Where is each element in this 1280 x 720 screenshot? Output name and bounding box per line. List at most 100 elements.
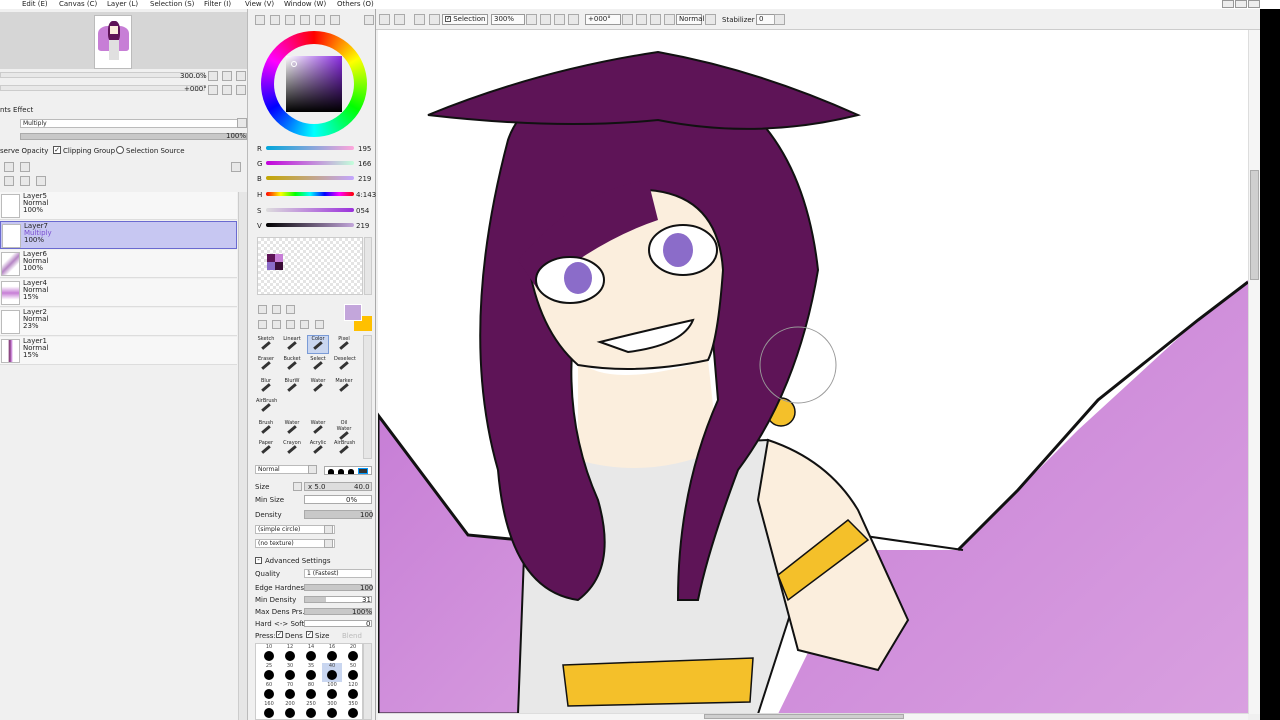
brush-tool-slot[interactable]: Marker [333, 377, 355, 396]
brush-tool-slot[interactable]: AirBrush [255, 397, 277, 416]
minimize-icon[interactable] [1222, 0, 1234, 8]
zoom-actual-icon[interactable] [568, 14, 579, 25]
brush-tool-slot[interactable]: AirBrush [333, 439, 355, 458]
swatch-chip[interactable] [267, 254, 275, 262]
blend-dropdown-icon[interactable] [237, 118, 247, 128]
brush-size-cell[interactable]: 16 [322, 644, 342, 663]
brush-size-cell[interactable]: 100 [322, 682, 342, 701]
scratchpad-scrollbar[interactable] [364, 237, 372, 295]
horizontal-scroll-thumb[interactable] [704, 714, 904, 719]
size-multiplier-icon[interactable] [293, 482, 302, 491]
brush-size-scrollbar[interactable] [363, 643, 372, 720]
mode-dropdown-icon[interactable] [705, 14, 716, 25]
brush-tool-slot[interactable]: Select [307, 355, 329, 374]
canvas-vertical-scrollbar[interactable] [1248, 30, 1260, 714]
zoom-reset-icon[interactable] [236, 71, 246, 81]
brush-size-cell[interactable]: 35 [301, 663, 321, 682]
selection-toggle[interactable]: ✓ Selection [442, 14, 488, 25]
swatch-tab-icon[interactable] [300, 15, 310, 25]
menu-edit[interactable]: Edit (E) [22, 0, 48, 8]
brush-size-cell[interactable]: 350 [343, 701, 363, 720]
brush-size-cell[interactable]: 80 [301, 682, 321, 701]
rotate-left-icon[interactable] [208, 85, 218, 95]
menu-view[interactable]: View (V) [245, 0, 274, 8]
drawing-canvas[interactable] [378, 30, 1248, 714]
clipping-group-checkbox[interactable]: ✓ [53, 146, 61, 154]
brush-tool-slot[interactable]: Blur [255, 377, 277, 396]
swatch-chip[interactable] [267, 262, 275, 270]
zoom-fit-icon[interactable] [554, 14, 565, 25]
panel-close-icon[interactable] [364, 15, 374, 25]
texture-dropdown-icon[interactable] [324, 539, 333, 548]
brush-grid-scrollbar[interactable] [363, 335, 372, 459]
brush-tool-slot[interactable]: Deselect [333, 355, 356, 374]
preserve-opacity-label[interactable]: serve Opacity [0, 147, 48, 155]
rotate-tool-icon[interactable] [286, 320, 295, 329]
menu-others[interactable]: Others (O) [337, 0, 374, 8]
brush-size-cell[interactable]: 20 [343, 644, 363, 663]
selection-source-radio[interactable] [116, 146, 124, 154]
brush-size-cell[interactable]: 30 [280, 663, 300, 682]
zoom-in-icon[interactable] [540, 14, 551, 25]
vertical-scroll-thumb[interactable] [1250, 170, 1259, 280]
eyedropper-tool-icon[interactable] [315, 320, 324, 329]
brush-tool-slot[interactable]: Lineart [281, 335, 303, 354]
press-density-checkbox[interactable]: ✓ [276, 631, 283, 638]
redo-icon[interactable] [394, 14, 405, 25]
min-size-slider[interactable] [304, 495, 372, 504]
layer-list-scrollbar[interactable] [238, 192, 247, 720]
angle-select[interactable]: +000° [585, 14, 621, 25]
restore-icon[interactable] [1235, 0, 1247, 8]
brush-tool-slot[interactable]: Eraser [255, 355, 277, 374]
hsv-slider-tab-icon[interactable] [285, 15, 295, 25]
artwork[interactable] [378, 30, 1248, 714]
rotate-right-icon[interactable] [222, 85, 232, 95]
brush-size-cell[interactable]: 70 [280, 682, 300, 701]
layer-panel-menu-icon[interactable] [231, 162, 241, 172]
brush-size-cell[interactable]: 25 [259, 663, 279, 682]
merge-down-icon[interactable] [20, 176, 30, 186]
shape-dropdown-icon[interactable] [324, 525, 333, 534]
close-icon[interactable] [1248, 0, 1260, 8]
saturation-slider[interactable] [266, 208, 354, 212]
brush-tool-slot[interactable]: Bucket [281, 355, 303, 374]
new-folder-icon[interactable] [20, 162, 30, 172]
brush-size-cell[interactable]: 160 [259, 701, 279, 720]
brush-size-cell[interactable]: 50 [343, 663, 363, 682]
brush-tool-slot[interactable]: BlurW [281, 377, 303, 396]
zoom-out-icon[interactable] [526, 14, 537, 25]
blend-mode-select[interactable]: Multiply [20, 119, 238, 128]
advanced-settings-label[interactable]: Advanced Settings [265, 557, 331, 565]
advanced-collapse-icon[interactable]: - [255, 557, 262, 564]
rotate-right-icon[interactable] [636, 14, 647, 25]
value-slider[interactable] [266, 223, 354, 227]
current-color-swatch[interactable] [344, 304, 362, 321]
brush-tool-slot[interactable]: Water [307, 419, 329, 438]
canvas-horizontal-scrollbar[interactable] [378, 713, 1248, 720]
color-scratchpad[interactable] [257, 237, 363, 295]
rotate-slider[interactable] [0, 85, 205, 91]
brush-texture-select[interactable]: (no texture) [255, 539, 335, 548]
brush-size-cell[interactable]: 250 [301, 701, 321, 720]
press-size-checkbox[interactable]: ✓ [306, 631, 313, 638]
layer-item[interactable]: Layer6 Normal 100% [0, 250, 237, 278]
deselect-icon[interactable] [414, 14, 425, 25]
brush-shape-select[interactable]: (simple circle) [255, 525, 335, 534]
move-tool-icon[interactable] [258, 320, 267, 329]
stabilizer-dropdown-icon[interactable] [774, 14, 785, 25]
swatch-chip[interactable] [275, 254, 283, 262]
hard-soft-slider[interactable] [304, 620, 372, 627]
brush-tool-slot[interactable]: Oil Water [333, 419, 355, 440]
quality-select[interactable]: 1 (Fastest) [304, 569, 372, 578]
hand-tool-icon[interactable] [300, 320, 309, 329]
undo-icon[interactable] [379, 14, 390, 25]
brush-size-cell[interactable]: 40 [322, 663, 342, 682]
invert-selection-icon[interactable] [429, 14, 440, 25]
rotate-reset-icon[interactable] [236, 85, 246, 95]
brush-size-cell[interactable]: 10 [259, 644, 279, 663]
brush-tool-slot[interactable]: Color [307, 335, 329, 354]
red-slider[interactable] [266, 146, 354, 150]
navigator-preview[interactable] [0, 12, 247, 69]
brush-shape-selector[interactable] [324, 466, 372, 475]
color-wheel-tab-icon[interactable] [255, 15, 265, 25]
